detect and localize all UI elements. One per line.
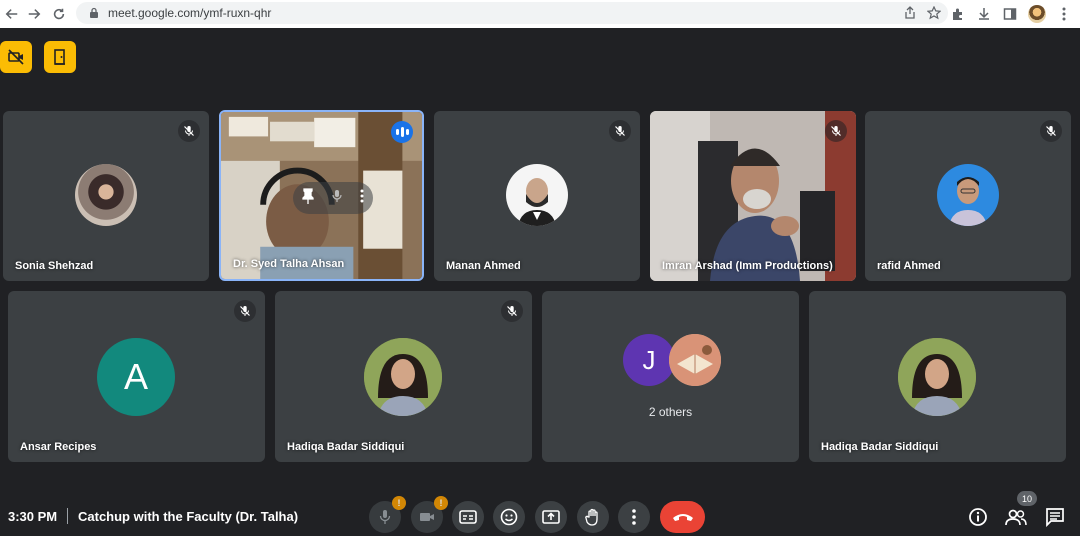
browser-toolbar: meet.google.com/ymf-ruxn-qhr <box>0 0 1080 28</box>
captions-button[interactable] <box>452 501 484 533</box>
lock-icon <box>90 7 98 18</box>
share-icon[interactable] <box>902 5 918 21</box>
avatar-letter: J <box>642 344 656 375</box>
leave-room-button[interactable] <box>44 41 76 73</box>
mic-off-icon <box>379 510 391 524</box>
mic-off-icon <box>825 120 847 142</box>
end-call-button[interactable] <box>660 501 705 533</box>
back-arrow-icon[interactable] <box>0 2 24 26</box>
avatar <box>75 164 137 226</box>
participant-name: Manan Ahmed <box>446 260 521 272</box>
profile-avatar[interactable] <box>1028 5 1046 23</box>
camera-warning-badge: ! <box>434 496 448 510</box>
participant-tile[interactable]: A Ansar Recipes <box>8 291 265 462</box>
mic-warning-badge: ! <box>392 496 406 510</box>
avatar <box>669 334 721 386</box>
mic-off-icon <box>609 120 631 142</box>
participant-tile[interactable]: Imran Arshad (Imm Productions) <box>650 111 856 281</box>
participant-tile[interactable]: Hadiqa Badar Siddiqui <box>809 291 1066 462</box>
participant-tile-active-speaker[interactable]: Dr. Syed Talha Ahsan <box>219 110 424 281</box>
participant-name: Sonia Shehzad <box>15 260 94 272</box>
more-options-icon <box>632 509 636 525</box>
camera-off-icon <box>420 513 434 521</box>
raise-hand-icon <box>585 508 598 526</box>
download-icon[interactable] <box>976 3 992 25</box>
divider <box>67 508 68 524</box>
mic-icon[interactable] <box>332 189 342 208</box>
meeting-info-button[interactable] <box>966 505 990 529</box>
captions-icon <box>459 510 477 524</box>
avatar <box>364 338 442 416</box>
avatar <box>937 164 999 226</box>
avatar <box>898 338 976 416</box>
star-icon[interactable] <box>926 5 942 21</box>
mic-off-icon <box>501 300 523 322</box>
camera-blocked-icon <box>8 49 24 65</box>
participant-name: Ansar Recipes <box>20 441 97 453</box>
avatar: A <box>97 338 175 416</box>
mic-off-icon <box>234 300 256 322</box>
microphone-button[interactable]: ! <box>369 496 406 533</box>
participants-count-badge: 10 <box>1017 491 1037 506</box>
tile-hover-controls <box>293 182 373 214</box>
more-vert-icon[interactable] <box>1056 3 1072 25</box>
raise-hand-button[interactable] <box>577 501 609 533</box>
speaking-indicator-icon <box>391 121 413 143</box>
mic-off-icon <box>1040 120 1062 142</box>
present-screen-button[interactable] <box>535 501 567 533</box>
participant-tile[interactable]: Manan Ahmed <box>434 111 640 281</box>
side-panel-icon[interactable] <box>1002 3 1018 25</box>
camera-blocked-button[interactable] <box>0 41 32 73</box>
participant-name: Hadiqa Badar Siddiqui <box>287 441 405 453</box>
avatar-letter: A <box>123 356 148 397</box>
door-icon <box>54 49 65 65</box>
forward-arrow-icon[interactable] <box>22 2 46 26</box>
present-icon <box>542 509 560 524</box>
participant-name: Dr. Syed Talha Ahsan <box>233 258 345 270</box>
chat-icon <box>1046 508 1064 527</box>
participant-name: rafid Ahmed <box>877 260 941 272</box>
more-options-button[interactable] <box>618 501 650 533</box>
others-tile[interactable]: J 2 others <box>542 291 799 462</box>
people-button[interactable] <box>1004 505 1028 529</box>
participant-name: Hadiqa Badar Siddiqui <box>821 441 939 453</box>
people-icon <box>1005 509 1027 526</box>
mic-off-icon <box>178 120 200 142</box>
participant-tile[interactable]: Hadiqa Badar Siddiqui <box>275 291 532 462</box>
video-feed <box>650 111 856 281</box>
info-icon <box>969 508 987 526</box>
participant-tile[interactable]: rafid Ahmed <box>865 111 1071 281</box>
avatar <box>506 164 568 226</box>
pin-icon[interactable] <box>302 187 314 209</box>
camera-button[interactable]: ! <box>411 496 448 533</box>
avatar: J <box>623 334 675 386</box>
participant-tile[interactable]: Sonia Shehzad <box>3 111 209 281</box>
participant-name: Imran Arshad (Imm Productions) <box>662 260 833 272</box>
reload-icon[interactable] <box>47 2 71 26</box>
others-count-label: 2 others <box>648 405 693 419</box>
meeting-title: Catchup with the Faculty (Dr. Talha) <box>78 509 299 524</box>
more-vert-icon[interactable] <box>360 189 364 208</box>
meeting-time: 3:30 PM <box>8 509 58 524</box>
extensions-icon[interactable] <box>950 3 966 25</box>
address-bar[interactable]: meet.google.com/ymf-ruxn-qhr <box>76 2 948 24</box>
emoji-icon <box>500 508 518 526</box>
chat-button[interactable] <box>1043 505 1067 529</box>
end-call-icon <box>672 514 693 521</box>
emoji-reaction-button[interactable] <box>493 501 525 533</box>
url-text: meet.google.com/ymf-ruxn-qhr <box>108 6 272 20</box>
